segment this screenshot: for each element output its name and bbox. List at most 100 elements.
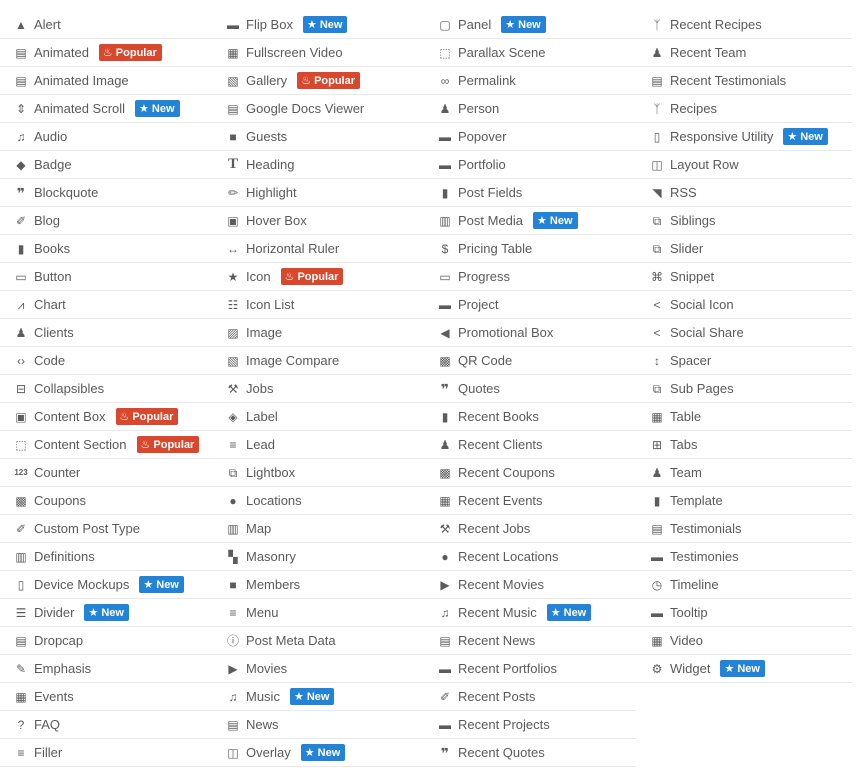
element-item-lead[interactable]: ≡ Lead	[212, 431, 424, 459]
element-item-music[interactable]: ♫ Music ★ New	[212, 683, 424, 711]
element-item-post-fields[interactable]: ▮ Post Fields	[424, 179, 636, 207]
element-item-flip-box[interactable]: ▬ Flip Box ★ New	[212, 11, 424, 39]
element-item-badge[interactable]: ◆ Badge	[0, 151, 212, 179]
element-item-menu[interactable]: ≡ Menu	[212, 599, 424, 627]
element-item-social-icon[interactable]: < Social Icon	[636, 291, 852, 319]
element-item-emphasis[interactable]: ✎ Emphasis	[0, 655, 212, 683]
element-item-promotional-box[interactable]: ◀ Promotional Box	[424, 319, 636, 347]
element-item-members[interactable]: ■ Members	[212, 571, 424, 599]
element-item-fullscreen-video[interactable]: ▦ Fullscreen Video	[212, 39, 424, 67]
element-item-recent-news[interactable]: ▤ Recent News	[424, 627, 636, 655]
element-item-recent-coupons[interactable]: ▩ Recent Coupons	[424, 459, 636, 487]
element-item-permalink[interactable]: ∞ Permalink	[424, 67, 636, 95]
element-item-project[interactable]: ▬ Project	[424, 291, 636, 319]
element-item-recent-team[interactable]: ♟ Recent Team	[636, 39, 852, 67]
element-item-movies[interactable]: ▶ Movies	[212, 655, 424, 683]
element-item-coupons[interactable]: ▩ Coupons	[0, 487, 212, 515]
element-item-recent-testimonials[interactable]: ▤ Recent Testimonials	[636, 67, 852, 95]
element-item-definitions[interactable]: ▥ Definitions	[0, 543, 212, 571]
element-item-table[interactable]: ▦ Table	[636, 403, 852, 431]
element-item-team[interactable]: ♟ Team	[636, 459, 852, 487]
element-item-chart[interactable]: ⩘ Chart	[0, 291, 212, 319]
element-item-tabs[interactable]: ⊞ Tabs	[636, 431, 852, 459]
element-item-divider[interactable]: ☰ Divider ★ New	[0, 599, 212, 627]
element-item-parallax-scene[interactable]: ⬚ Parallax Scene	[424, 39, 636, 67]
element-item-recent-quotes[interactable]: ❞ Recent Quotes	[424, 739, 636, 767]
element-item-locations[interactable]: ● Locations	[212, 487, 424, 515]
element-item-audio[interactable]: ♫ Audio	[0, 123, 212, 151]
element-item-events[interactable]: ▦ Events	[0, 683, 212, 711]
element-item-recent-portfolios[interactable]: ▬ Recent Portfolios	[424, 655, 636, 683]
element-item-label[interactable]: ◈ Label	[212, 403, 424, 431]
element-item-counter[interactable]: 123 Counter	[0, 459, 212, 487]
element-item-image[interactable]: ▨ Image	[212, 319, 424, 347]
element-item-horizontal-ruler[interactable]: ↔ Horizontal Ruler	[212, 235, 424, 263]
element-item-icon-list[interactable]: ☷ Icon List	[212, 291, 424, 319]
element-item-recent-clients[interactable]: ♟ Recent Clients	[424, 431, 636, 459]
element-item-button[interactable]: ▭ Button	[0, 263, 212, 291]
element-item-blockquote[interactable]: ❞ Blockquote	[0, 179, 212, 207]
element-item-timeline[interactable]: ◷ Timeline	[636, 571, 852, 599]
element-item-google-docs-viewer[interactable]: ▤ Google Docs Viewer	[212, 95, 424, 123]
element-item-highlight[interactable]: ✏ Highlight	[212, 179, 424, 207]
element-item-code[interactable]: ‹› Code	[0, 347, 212, 375]
element-item-qr-code[interactable]: ▩ QR Code	[424, 347, 636, 375]
element-item-recent-locations[interactable]: ● Recent Locations	[424, 543, 636, 571]
element-item-pricing-table[interactable]: $ Pricing Table	[424, 235, 636, 263]
element-item-alert[interactable]: ▲ Alert	[0, 11, 212, 39]
element-item-icon[interactable]: ★ Icon ♨ Popular	[212, 263, 424, 291]
element-item-animated-image[interactable]: ▤ Animated Image	[0, 67, 212, 95]
element-item-layout-row[interactable]: ◫ Layout Row	[636, 151, 852, 179]
element-item-spacer[interactable]: ↕ Spacer	[636, 347, 852, 375]
element-item-animated[interactable]: ▤ Animated ♨ Popular	[0, 39, 212, 67]
element-item-jobs[interactable]: ⚒ Jobs	[212, 375, 424, 403]
element-item-recent-music[interactable]: ♫ Recent Music ★ New	[424, 599, 636, 627]
element-item-blog[interactable]: ✐ Blog	[0, 207, 212, 235]
element-item-panel[interactable]: ▢ Panel ★ New	[424, 11, 636, 39]
element-item-device-mockups[interactable]: ▯ Device Mockups ★ New	[0, 571, 212, 599]
element-item-siblings[interactable]: ⧉ Siblings	[636, 207, 852, 235]
element-item-social-share[interactable]: < Social Share	[636, 319, 852, 347]
element-item-post-meta-data[interactable]: ⓘ Post Meta Data	[212, 627, 424, 655]
element-item-collapsibles[interactable]: ⊟ Collapsibles	[0, 375, 212, 403]
element-item-template[interactable]: ▮ Template	[636, 487, 852, 515]
element-item-slider[interactable]: ⧉ Slider	[636, 235, 852, 263]
element-item-clients[interactable]: ♟ Clients	[0, 319, 212, 347]
element-item-custom-post-type[interactable]: ✐ Custom Post Type	[0, 515, 212, 543]
element-item-widget[interactable]: ⚙ Widget ★ New	[636, 655, 852, 683]
element-item-filler[interactable]: ≡ Filler	[0, 739, 212, 767]
element-item-recent-events[interactable]: ▦ Recent Events	[424, 487, 636, 515]
element-item-image-compare[interactable]: ▧ Image Compare	[212, 347, 424, 375]
element-item-overlay[interactable]: ◫ Overlay ★ New	[212, 739, 424, 767]
element-item-dropcap[interactable]: ▤ Dropcap	[0, 627, 212, 655]
element-item-progress[interactable]: ▭ Progress	[424, 263, 636, 291]
element-item-masonry[interactable]: ▚ Masonry	[212, 543, 424, 571]
element-item-heading[interactable]: T Heading	[212, 151, 424, 179]
element-item-lightbox[interactable]: ⧉ Lightbox	[212, 459, 424, 487]
element-item-news[interactable]: ▤ News	[212, 711, 424, 739]
element-item-testimonials[interactable]: ▤ Testimonials	[636, 515, 852, 543]
element-item-person[interactable]: ♟ Person	[424, 95, 636, 123]
element-item-recent-books[interactable]: ▮ Recent Books	[424, 403, 636, 431]
element-item-content-box[interactable]: ▣ Content Box ♨ Popular	[0, 403, 212, 431]
element-item-sub-pages[interactable]: ⧉ Sub Pages	[636, 375, 852, 403]
element-item-recent-posts[interactable]: ✐ Recent Posts	[424, 683, 636, 711]
element-item-recipes[interactable]: ᛉ Recipes	[636, 95, 852, 123]
element-item-content-section[interactable]: ⬚ Content Section ♨ Popular	[0, 431, 212, 459]
element-item-recent-jobs[interactable]: ⚒ Recent Jobs	[424, 515, 636, 543]
element-item-snippet[interactable]: ⌘ Snippet	[636, 263, 852, 291]
element-item-testimonies[interactable]: ▬ Testimonies	[636, 543, 852, 571]
element-item-faq[interactable]: ? FAQ	[0, 711, 212, 739]
element-item-post-media[interactable]: ▥ Post Media ★ New	[424, 207, 636, 235]
element-item-animated-scroll[interactable]: ⇕ Animated Scroll ★ New	[0, 95, 212, 123]
element-item-hover-box[interactable]: ▣ Hover Box	[212, 207, 424, 235]
element-item-books[interactable]: ▮ Books	[0, 235, 212, 263]
element-item-recent-recipes[interactable]: ᛉ Recent Recipes	[636, 11, 852, 39]
element-item-video[interactable]: ▦ Video	[636, 627, 852, 655]
element-item-quotes[interactable]: ❞ Quotes	[424, 375, 636, 403]
element-item-popover[interactable]: ▬ Popover	[424, 123, 636, 151]
element-item-portfolio[interactable]: ▬ Portfolio	[424, 151, 636, 179]
element-item-guests[interactable]: ■ Guests	[212, 123, 424, 151]
element-item-rss[interactable]: ◥ RSS	[636, 179, 852, 207]
element-item-map[interactable]: ▥ Map	[212, 515, 424, 543]
